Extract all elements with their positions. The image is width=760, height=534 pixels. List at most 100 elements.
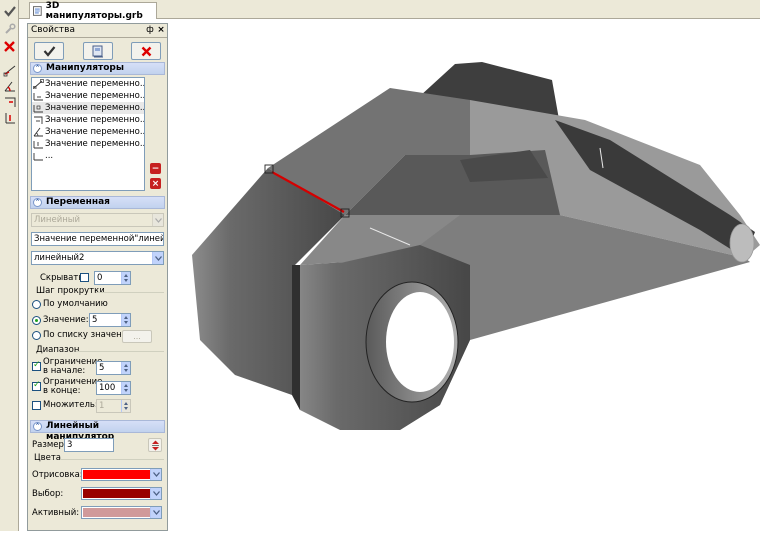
field-value: 100 — [99, 383, 116, 393]
colors-group-title: Цвета — [34, 453, 61, 463]
variable-select[interactable]: линейный2 — [31, 251, 164, 265]
radio-value-label: Значение: — [43, 315, 89, 325]
manipulator-axis-icon[interactable] — [2, 110, 17, 125]
field-value: 5 — [99, 363, 105, 373]
select-value: линейный2 — [34, 253, 85, 263]
cross-icon[interactable] — [2, 39, 17, 54]
manipulator-axis-icon — [33, 93, 43, 101]
fork-gap — [292, 265, 300, 410]
ok-button[interactable] — [34, 42, 64, 60]
limit-start-stepper[interactable]: 5 — [96, 361, 131, 375]
list-item-label: Значение переменно... — [45, 79, 145, 89]
manipulator-vertex-icon — [34, 116, 43, 124]
manipulators-list[interactable]: Значение переменно... Значение переменно… — [31, 77, 145, 191]
list-item[interactable]: Значение переменно... — [32, 126, 144, 138]
field-value: 0 — [97, 273, 103, 283]
field-value: 3 — [67, 440, 73, 450]
size-field[interactable]: 3 — [64, 438, 114, 452]
3d-model[interactable] — [168, 20, 760, 531]
minus-icon: − — [151, 163, 160, 174]
spin-arrows-icon[interactable] — [121, 272, 130, 284]
spin-arrows-icon[interactable] — [121, 362, 130, 374]
list-item-label: Значение переменно... — [45, 115, 145, 125]
hide-checkbox[interactable] — [80, 273, 89, 282]
spin-arrows-icon[interactable] — [121, 400, 130, 412]
checkmark-icon[interactable] — [2, 3, 17, 18]
select-color-swatch — [83, 489, 160, 498]
manipulator-angle-icon[interactable] — [2, 78, 17, 93]
collapse-icon: ⌃ — [33, 64, 42, 73]
list-item[interactable]: Значение переменно... — [32, 114, 144, 126]
group-divider — [96, 292, 164, 293]
close-icon[interactable]: × — [156, 25, 166, 36]
limit-end-stepper[interactable]: 100 — [96, 381, 131, 395]
list-item[interactable]: Значение переменно... — [32, 102, 144, 114]
collapse-icon: ⌃ — [33, 422, 42, 431]
radio-value[interactable] — [32, 316, 41, 325]
document-tab-title: 3D манипуляторы.grb — [45, 1, 143, 21]
list-item-label: Значение переменно... — [45, 91, 145, 101]
section-title: Переменная — [46, 197, 110, 207]
3d-viewport[interactable] — [168, 20, 760, 531]
group-divider — [76, 351, 164, 352]
label-line: в конце: — [43, 386, 81, 396]
select-color-picker[interactable] — [81, 487, 162, 500]
spin-arrows-icon[interactable] — [121, 314, 130, 326]
preview-button[interactable] — [83, 42, 113, 60]
range-group-title: Диапазон — [36, 345, 80, 355]
step-value-stepper[interactable]: 5 — [89, 313, 131, 327]
list-item-label: Значение переменно... — [45, 127, 145, 137]
draw-color-swatch — [83, 470, 160, 479]
manipulator-type-select[interactable]: Линейный — [31, 213, 164, 227]
multiplier-label: Множитель: — [43, 400, 98, 410]
radio-list[interactable] — [32, 331, 41, 340]
pin-icon[interactable]: ф — [145, 25, 155, 36]
limit-start-checkbox[interactable] — [32, 360, 41, 371]
collapse-icon: ⌃ — [33, 198, 42, 207]
list-item[interactable]: Значение переменно... — [32, 78, 144, 90]
manipulator-angle-icon — [33, 127, 43, 137]
section-title: Манипуляторы — [46, 63, 124, 73]
size-spin-button[interactable] — [148, 438, 162, 452]
manipulators-section-header[interactable]: ⌃ Манипуляторы — [30, 62, 165, 75]
field-value: Значение переменной"линейный2" — [34, 234, 163, 244]
document-tab[interactable]: 3D манипуляторы.grb — [29, 1, 157, 21]
manipulator-linear-icon[interactable] — [2, 62, 17, 77]
linear-manipulator-section-header[interactable]: ⌃ Линейный манипулятор — [30, 420, 165, 442]
manipulator-axis-icon — [33, 105, 43, 113]
chevron-down-icon — [152, 214, 163, 226]
multiplier-stepper[interactable]: 1 — [96, 399, 131, 413]
multiplier-checkbox[interactable] — [32, 401, 41, 410]
list-item[interactable]: Значение переменно... — [32, 138, 144, 150]
remove-manipulator-button[interactable]: − — [150, 163, 161, 174]
hide-value-stepper[interactable]: 0 — [94, 271, 131, 285]
limit-end-label: Ограничение в конце: — [43, 378, 102, 396]
list-item[interactable]: Значение переменно... — [32, 90, 144, 102]
variable-expression-field[interactable]: Значение переменной"линейный2" — [31, 232, 164, 246]
radio-list-label: По списку значений — [43, 330, 133, 340]
wrench-icon[interactable] — [2, 21, 17, 36]
chevron-down-icon — [150, 469, 161, 480]
delete-manipulator-button[interactable]: × — [150, 178, 161, 189]
scroll-step-group-title: Шаг прокрутки — [36, 286, 105, 296]
value-list-button[interactable]: ... — [122, 330, 152, 343]
list-item-label: ... — [45, 151, 54, 161]
pivot-hole-opening — [386, 292, 454, 392]
limit-start-label: Ограничение в начале: — [43, 358, 102, 376]
manipulator-axis-icon — [33, 141, 43, 149]
active-color-picker[interactable] — [81, 506, 162, 519]
cancel-button[interactable] — [131, 42, 161, 60]
list-item-label: Значение переменно... — [45, 103, 145, 113]
limit-end-checkbox[interactable] — [32, 380, 41, 391]
panel-title: Свойства — [31, 25, 75, 35]
variable-section-header[interactable]: ⌃ Переменная — [30, 196, 165, 209]
preview-icon — [92, 45, 103, 57]
list-item[interactable]: ... — [32, 150, 144, 162]
manipulator-vertex-icon[interactable] — [2, 94, 17, 109]
document-icon — [33, 6, 42, 16]
spin-arrows-icon[interactable] — [121, 382, 130, 394]
radio-default[interactable] — [32, 300, 41, 309]
chevron-down-icon — [150, 488, 161, 499]
draw-color-picker[interactable] — [81, 468, 162, 481]
list-item-label: Значение переменно... — [45, 139, 145, 149]
